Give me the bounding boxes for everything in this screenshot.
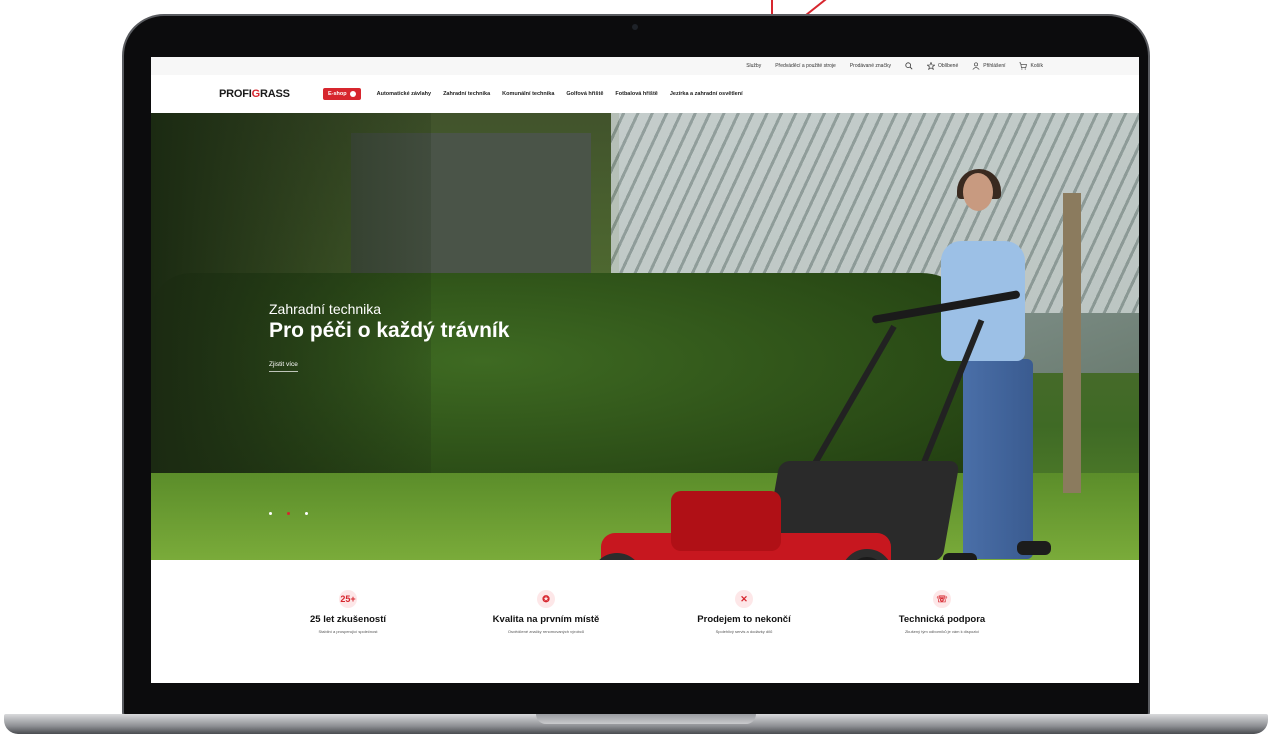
nav-links: Automatické závlahy Zahradní technika Ko… <box>377 91 743 97</box>
slider-dot[interactable] <box>269 512 272 515</box>
favorites-link[interactable]: Oblíbené <box>926 62 959 70</box>
slider-dot[interactable] <box>305 512 308 515</box>
arrow-circle-icon <box>349 91 356 97</box>
tools-icon: ✕ <box>735 590 753 608</box>
hero-subtitle: Zahradní technika <box>269 301 382 317</box>
cart-icon <box>1019 62 1028 70</box>
search-button[interactable] <box>905 62 913 70</box>
hero-text-block: Zahradní technika Pro péči o každý trávn… <box>269 301 509 372</box>
eshop-label: E-shop <box>328 91 347 97</box>
nav-item-zavlahy[interactable]: Automatické závlahy <box>377 91 431 97</box>
hero-bg-post <box>1063 193 1081 493</box>
logo-text-2: G <box>251 88 261 100</box>
feature-title: Technická podpora <box>898 614 986 625</box>
slider-dots <box>269 512 308 515</box>
favorites-label: Oblíbené <box>937 63 959 69</box>
feature-item: ✕ Prodejem to nekončí Spolehlivý servis … <box>674 590 814 683</box>
feature-item: ☏ Technická podpora Zkušený tým odborník… <box>872 590 1012 683</box>
star-icon <box>926 62 935 70</box>
feature-title: Prodejem to nekončí <box>697 614 791 625</box>
laptop-screen: Služby Předváděcí a použité stroje Prodá… <box>151 57 1139 683</box>
feature-desc: Stabilní a prosperující společnost <box>318 629 378 634</box>
support-headset-icon: ☏ <box>933 590 951 608</box>
feature-desc: Zkušený tým odborníků je vám k dispozici <box>904 629 980 634</box>
camera-icon <box>632 24 638 30</box>
feature-desc: Osvědčené značky renomovaných výrobců <box>507 629 585 634</box>
search-icon <box>905 62 913 70</box>
logo-text-1: PROFI <box>219 88 252 100</box>
user-icon <box>972 62 980 70</box>
main-nav: PROFI G RASS E-shop Automatické závlahy Za… <box>151 75 1139 113</box>
feature-desc: Spolehlivý servis a dodávky dílů <box>715 629 773 634</box>
eshop-button[interactable]: E-shop <box>323 88 361 100</box>
nav-item-zahradni[interactable]: Zahradní technika <box>443 91 490 97</box>
feature-title: Kvalita na prvním místě <box>492 614 600 625</box>
woman-figure-head <box>963 173 993 211</box>
nav-item-golf[interactable]: Golfová hřiště <box>566 91 603 97</box>
woman-shoe <box>1017 541 1051 555</box>
util-link-znacky[interactable]: Prodávané značky <box>850 63 891 69</box>
woman-shoe <box>943 553 977 560</box>
woman-figure <box>963 359 1033 559</box>
login-link[interactable]: Přihlášení <box>972 62 1005 70</box>
hero-cta-link[interactable]: Zjistit více <box>269 361 298 372</box>
utility-bar: Služby Předváděcí a použité stroje Prodá… <box>151 57 1139 75</box>
login-label: Přihlášení <box>983 63 1006 69</box>
util-link-sluzby[interactable]: Služby <box>746 63 761 69</box>
slider-dot-active[interactable] <box>287 512 290 515</box>
mower-engine <box>671 491 781 551</box>
feature-item: 25+ 25 let zkušeností Stabilní a prosper… <box>278 590 418 683</box>
features-row: 25+ 25 let zkušeností Stabilní a prosper… <box>151 560 1139 683</box>
logo-text-3: RASS <box>259 88 290 100</box>
25plus-years-icon: 25+ <box>339 590 357 608</box>
cart-link[interactable]: Košík <box>1019 62 1043 70</box>
nav-item-fotbal[interactable]: Fotbalová hřiště <box>615 91 657 97</box>
feature-title: 25 let zkušeností <box>309 614 387 625</box>
util-link-predvadeci[interactable]: Předváděcí a použité stroje <box>775 63 836 69</box>
hero-title: Pro péči o každý trávník <box>269 319 510 342</box>
feature-item: ✪ Kvalita na prvním místě Osvědčené znač… <box>476 590 616 683</box>
cart-label: Košík <box>1030 63 1043 69</box>
hero-banner: Zahradní technika Pro péči o každý trávn… <box>151 113 1139 560</box>
profigrass-logo[interactable]: PROFI G RASS <box>219 88 323 100</box>
nav-item-komunalni[interactable]: Komunální technika <box>502 91 554 97</box>
nav-item-jezirka[interactable]: Jezírka a zahradní osvětlení <box>670 91 743 97</box>
laptop-notch <box>536 714 756 724</box>
quality-badge-icon: ✪ <box>537 590 555 608</box>
